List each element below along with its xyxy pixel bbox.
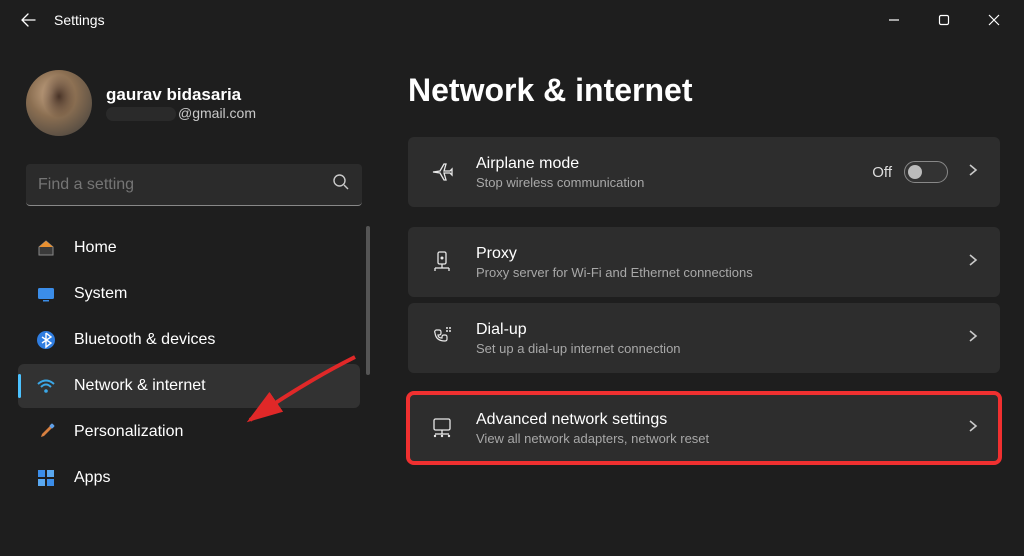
card-title: Airplane mode bbox=[476, 155, 872, 173]
chevron-right-icon bbox=[966, 419, 980, 438]
phone-icon bbox=[428, 326, 456, 350]
apps-icon bbox=[34, 466, 58, 490]
titlebar: Settings bbox=[0, 0, 1024, 40]
card-subtitle: Proxy server for Wi-Fi and Ethernet conn… bbox=[476, 265, 966, 280]
profile-name: gaurav bidasaria bbox=[106, 85, 256, 105]
arrow-left-icon bbox=[20, 12, 36, 28]
card-title: Advanced network settings bbox=[476, 411, 966, 429]
sidebar-item-apps[interactable]: Apps bbox=[18, 456, 360, 500]
chevron-right-icon bbox=[966, 253, 980, 272]
back-button[interactable] bbox=[18, 10, 38, 30]
scrollbar[interactable] bbox=[366, 226, 370, 375]
content-area: Network & internet Airplane mode Stop wi… bbox=[380, 40, 1024, 556]
card-airplane-mode[interactable]: Airplane mode Stop wireless communicatio… bbox=[408, 137, 1000, 207]
sidebar: gaurav bidasaria @gmail.com Home bbox=[0, 40, 380, 556]
monitor-network-icon bbox=[428, 416, 456, 440]
sidebar-item-home[interactable]: Home bbox=[18, 226, 360, 270]
window-controls bbox=[878, 0, 1024, 32]
avatar bbox=[26, 70, 92, 136]
sidebar-item-label: System bbox=[74, 285, 127, 303]
minimize-button[interactable] bbox=[878, 8, 910, 32]
sidebar-item-network[interactable]: Network & internet bbox=[18, 364, 360, 408]
card-title: Dial-up bbox=[476, 321, 966, 339]
search-icon bbox=[332, 173, 350, 196]
card-proxy[interactable]: Proxy Proxy server for Wi-Fi and Etherne… bbox=[408, 227, 1000, 297]
close-button[interactable] bbox=[978, 8, 1010, 32]
sidebar-item-system[interactable]: System bbox=[18, 272, 360, 316]
toggle-state-label: Off bbox=[872, 164, 892, 181]
wifi-icon bbox=[34, 374, 58, 398]
card-dialup[interactable]: Dial-up Set up a dial-up internet connec… bbox=[408, 303, 1000, 373]
airplane-toggle[interactable] bbox=[904, 161, 948, 183]
card-title: Proxy bbox=[476, 245, 966, 263]
proxy-icon bbox=[428, 250, 456, 274]
system-icon bbox=[34, 282, 58, 306]
maximize-button[interactable] bbox=[928, 8, 960, 32]
card-advanced-network[interactable]: Advanced network settings View all netwo… bbox=[408, 393, 1000, 463]
page-title: Network & internet bbox=[408, 72, 1000, 109]
sidebar-nav: Home System Bluetooth & devices Network … bbox=[18, 226, 370, 556]
airplane-icon bbox=[428, 160, 456, 184]
chevron-right-icon bbox=[966, 163, 980, 182]
sidebar-item-personalization[interactable]: Personalization bbox=[18, 410, 360, 454]
sidebar-item-bluetooth[interactable]: Bluetooth & devices bbox=[18, 318, 360, 362]
profile-section[interactable]: gaurav bidasaria @gmail.com bbox=[18, 70, 370, 136]
sidebar-item-label: Home bbox=[74, 239, 117, 257]
profile-email: @gmail.com bbox=[106, 105, 256, 121]
chevron-right-icon bbox=[966, 329, 980, 348]
redacted-text bbox=[106, 107, 176, 121]
sidebar-item-label: Network & internet bbox=[74, 377, 206, 395]
home-icon bbox=[34, 236, 58, 260]
brush-icon bbox=[34, 420, 58, 444]
bluetooth-icon bbox=[34, 328, 58, 352]
sidebar-item-label: Personalization bbox=[74, 423, 183, 441]
card-subtitle: Stop wireless communication bbox=[476, 175, 872, 190]
search-box[interactable] bbox=[26, 164, 362, 206]
sidebar-item-label: Apps bbox=[74, 469, 110, 487]
search-input[interactable] bbox=[38, 176, 332, 194]
card-subtitle: View all network adapters, network reset bbox=[476, 431, 966, 446]
card-subtitle: Set up a dial-up internet connection bbox=[476, 341, 966, 356]
window-title: Settings bbox=[54, 12, 105, 28]
sidebar-item-label: Bluetooth & devices bbox=[74, 331, 215, 349]
